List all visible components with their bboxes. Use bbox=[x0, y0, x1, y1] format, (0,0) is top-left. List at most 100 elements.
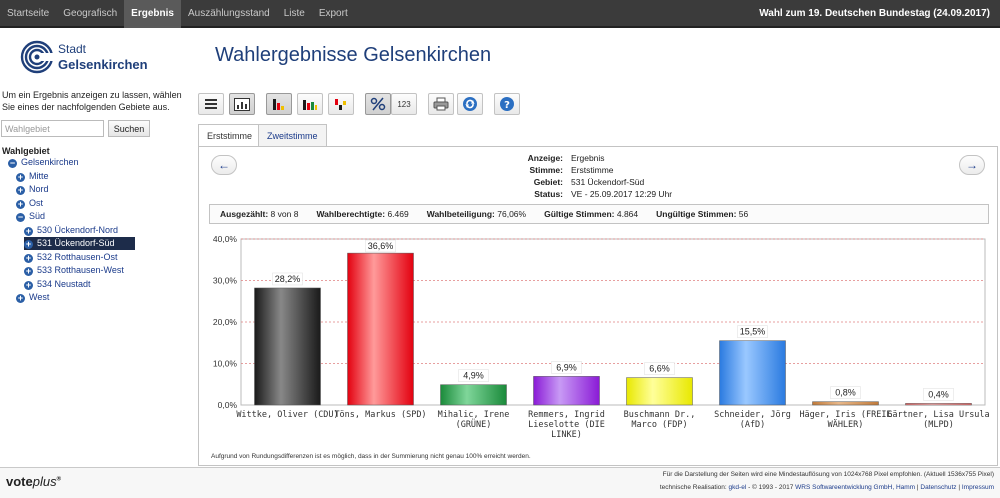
gkd-link[interactable]: gkd-el bbox=[729, 484, 747, 491]
print-button[interactable] bbox=[428, 93, 454, 115]
tree-item-label: Mitte bbox=[29, 170, 49, 181]
impressum-link[interactable]: Impressum bbox=[962, 484, 994, 491]
x-tick-label: (GRÜNE) bbox=[456, 419, 492, 430]
summary-item: Wahlberechtigte: 6.469 bbox=[316, 209, 408, 219]
results-bar-chart: 0,0% 10,0% 20,0% 30,0% 40,0% 28,2% Wittke, Oli… bbox=[213, 234, 990, 440]
expand-icon[interactable]: + bbox=[16, 294, 25, 303]
data-label: 6,9% bbox=[556, 362, 577, 372]
bar[interactable] bbox=[812, 401, 879, 406]
refresh-button[interactable] bbox=[457, 93, 483, 115]
party-bar-chart-icon bbox=[303, 100, 317, 110]
x-tick-label: WÄHLER) bbox=[828, 419, 864, 430]
bar[interactable] bbox=[905, 403, 972, 406]
tree-item-label: Gelsenkirchen bbox=[21, 157, 79, 167]
info-value: Ergebnis bbox=[571, 153, 605, 163]
summary-label: Ungültige Stimmen: bbox=[656, 209, 737, 219]
expand-icon[interactable]: + bbox=[16, 172, 25, 182]
tree-item[interactable]: +530 Ückendorf-Nord bbox=[24, 224, 118, 237]
bar-chart-view-button[interactable] bbox=[266, 93, 292, 115]
city-logo[interactable]: Stadt Gelsenkirchen bbox=[20, 40, 180, 80]
list-view-button[interactable] bbox=[198, 93, 224, 115]
tree-item[interactable]: +534 Neustadt bbox=[24, 278, 91, 291]
expand-icon[interactable]: + bbox=[16, 199, 25, 209]
tree-item[interactable]: − Süd bbox=[16, 210, 45, 223]
summary-item: Ungültige Stimmen: 56 bbox=[656, 209, 748, 219]
x-tick-label: Gärtner, Lisa Ursula bbox=[887, 410, 989, 420]
expand-icon[interactable]: + bbox=[24, 240, 33, 249]
area-search-input[interactable] bbox=[1, 120, 104, 137]
tree-item[interactable]: + West bbox=[16, 291, 49, 304]
bar[interactable] bbox=[440, 384, 507, 406]
info-row-gebiet: Gebiet: 531 Ückendorf-Süd bbox=[199, 177, 999, 188]
collapse-icon[interactable]: − bbox=[16, 213, 25, 222]
x-tick-label: Buschmann Dr., bbox=[624, 410, 696, 420]
x-tick-label: Schneider, Jörg bbox=[714, 410, 791, 420]
bar[interactable] bbox=[254, 287, 321, 406]
info-row-anzeige: Anzeige: Ergebnis bbox=[199, 153, 999, 164]
tree-heading: Wahlgebiet bbox=[2, 146, 50, 156]
tree-item-label: 534 Neustadt bbox=[37, 278, 91, 289]
tree-item[interactable]: − Gelsenkirchen bbox=[8, 156, 79, 169]
svg-text:?: ? bbox=[504, 100, 510, 111]
resolution-note: Für die Darstellung der Seiten wird eine… bbox=[662, 471, 994, 478]
gain-loss-chart-view-button[interactable] bbox=[328, 93, 354, 115]
data-label: 0,4% bbox=[928, 389, 949, 399]
data-label: 0,8% bbox=[835, 388, 856, 398]
expand-icon[interactable]: + bbox=[24, 226, 33, 236]
tree-item[interactable]: +532 Rotthausen-Ost bbox=[24, 251, 118, 264]
nav-item-auszählungsstand[interactable]: Auszählungsstand bbox=[181, 0, 277, 28]
expand-icon[interactable]: + bbox=[16, 186, 25, 195]
tree-item[interactable]: +533 Rotthausen-West bbox=[24, 264, 124, 277]
tab-erststimme[interactable]: Erststimme bbox=[198, 124, 261, 147]
nav-item-startseite[interactable]: Startseite bbox=[0, 0, 56, 28]
party-bar-chart-view-button[interactable] bbox=[297, 93, 323, 115]
expand-icon[interactable]: + bbox=[24, 280, 33, 290]
bar[interactable] bbox=[347, 252, 414, 406]
tree-item-label: 531 Ückendorf-Süd bbox=[37, 238, 115, 248]
x-tick-label: Remmers, Ingrid bbox=[528, 410, 605, 420]
percent-icon bbox=[370, 97, 386, 111]
expand-icon[interactable]: + bbox=[24, 267, 33, 276]
percent-toggle-button[interactable] bbox=[365, 93, 391, 115]
data-label: 4,9% bbox=[463, 371, 484, 381]
summary-label: Wahlberechtigte: bbox=[316, 209, 386, 219]
help-button[interactable]: ? bbox=[494, 93, 520, 115]
collapse-icon[interactable]: − bbox=[8, 159, 17, 168]
page-title: Wahlergebnisse Gelsenkirchen bbox=[215, 44, 492, 66]
nav-item-ergebnis[interactable]: Ergebnis bbox=[124, 0, 181, 28]
x-tick-label: Lieselotte (DIE bbox=[528, 420, 605, 430]
wrs-link[interactable]: WRS Softwareentwicklung GmbH, Hamm bbox=[795, 484, 915, 491]
table-chart-view-button[interactable] bbox=[229, 93, 255, 115]
nav-item-liste[interactable]: Liste bbox=[277, 0, 312, 28]
nav-item-export[interactable]: Export bbox=[312, 0, 355, 28]
bar-chart-icon bbox=[273, 99, 284, 110]
tree-item-label: 532 Rotthausen-Ost bbox=[37, 251, 118, 262]
summary-value: 8 von 8 bbox=[270, 209, 299, 219]
bar[interactable] bbox=[533, 376, 600, 406]
search-button[interactable]: Suchen bbox=[108, 120, 150, 137]
tree-item[interactable]: + Mitte bbox=[16, 170, 49, 183]
numbers-toggle-button[interactable]: 123 bbox=[391, 93, 417, 115]
x-tick-label: Wittke, Oliver (CDU) bbox=[236, 410, 338, 420]
summary-value: 6.469 bbox=[387, 209, 409, 219]
tree-item[interactable]: + Nord bbox=[16, 183, 49, 196]
footer: voteplus® Für die Darstellung der Seiten… bbox=[0, 467, 1000, 498]
summary-item: Gültige Stimmen: 4.864 bbox=[544, 209, 638, 219]
x-tick-label: Häger, Iris (FREIE bbox=[799, 410, 891, 420]
x-tick-label: (MLPD) bbox=[923, 420, 954, 430]
info-label: Status: bbox=[534, 189, 563, 199]
voteplus-logo: voteplus® bbox=[6, 474, 62, 489]
y-tick-label: 30,0% bbox=[213, 276, 238, 286]
tree-item[interactable]: +531 Ückendorf-Süd bbox=[24, 237, 135, 250]
city-emblem-icon bbox=[20, 40, 54, 74]
bar[interactable] bbox=[626, 377, 693, 406]
tab-zweitstimme[interactable]: Zweitstimme bbox=[258, 124, 327, 146]
bar[interactable] bbox=[719, 340, 786, 406]
datenschutz-link[interactable]: Datenschutz bbox=[920, 484, 956, 491]
info-label: Anzeige: bbox=[527, 153, 563, 163]
table-chart-icon bbox=[234, 97, 250, 111]
tree-item[interactable]: + Ost bbox=[16, 197, 43, 210]
nav-item-geografisch[interactable]: Geografisch bbox=[56, 0, 124, 28]
expand-icon[interactable]: + bbox=[24, 253, 33, 263]
x-tick-label: (AfD) bbox=[740, 420, 766, 430]
